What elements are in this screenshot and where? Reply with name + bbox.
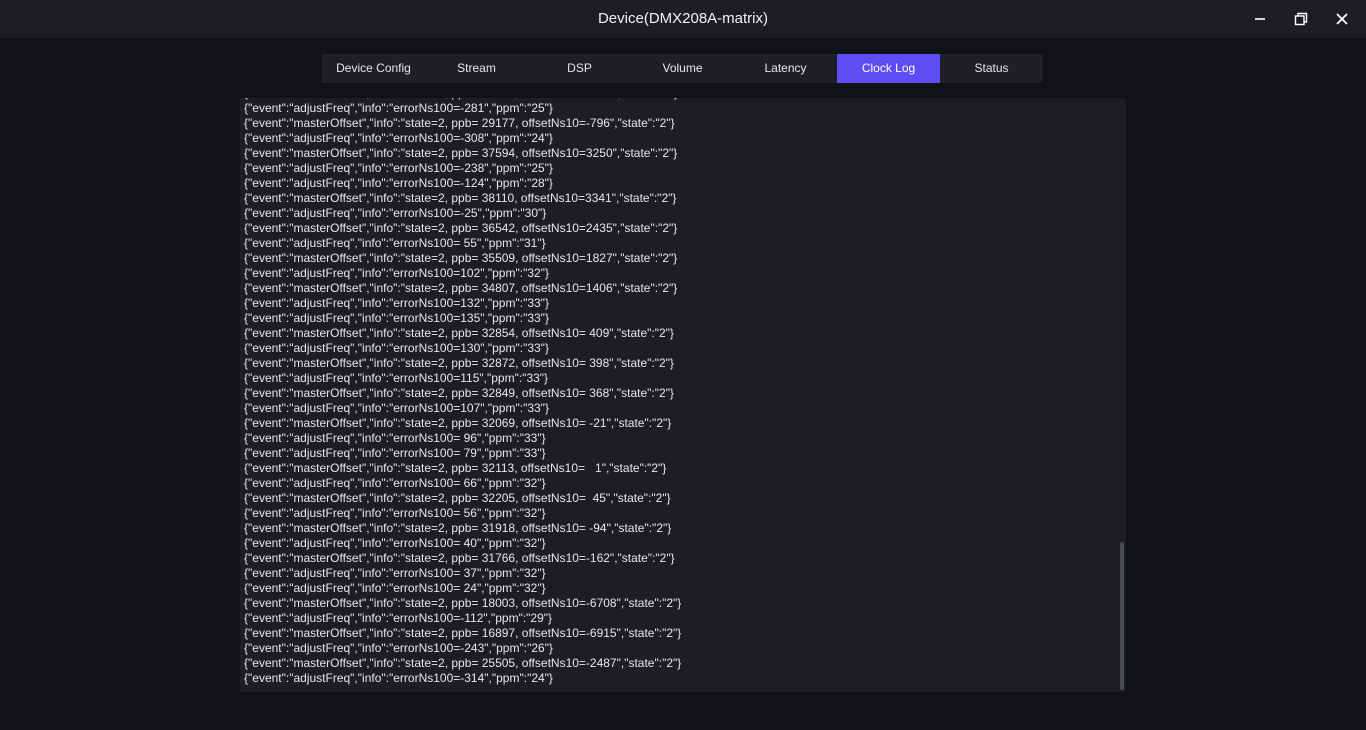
close-icon: [1336, 13, 1348, 25]
log-line: {"event":"adjustFreq","info":"errorNs100…: [244, 296, 549, 310]
tab-latency[interactable]: Latency: [734, 54, 837, 83]
log-line: {"event":"adjustFreq","info":"errorNs100…: [244, 341, 549, 355]
window-title: Device(DMX208A-matrix): [597, 10, 769, 27]
log-line: {"event":"adjustFreq","info":"errorNs100…: [244, 641, 553, 655]
tab-volume[interactable]: Volume: [631, 54, 734, 83]
log-line: {"event":"adjustFreq","info":"errorNs100…: [244, 536, 546, 550]
log-line: {"event":"masterOffset","info":"state=2,…: [244, 281, 678, 295]
log-line: {"event":"masterOffset","info":"state=2,…: [244, 326, 674, 340]
log-line: {"event":"adjustFreq","info":"errorNs100…: [244, 431, 546, 445]
minimize-icon: [1255, 18, 1265, 20]
log-line: {"event":"masterOffset","info":"state=2,…: [244, 491, 671, 505]
tab-dsp[interactable]: DSP: [528, 54, 631, 83]
restore-icon: [1294, 12, 1308, 26]
tab-bar: Device Config Stream DSP Volume Latency …: [322, 54, 1043, 83]
log-line: {"event":"adjustFreq","info":"errorNs100…: [244, 131, 553, 145]
log-line: {"event":"masterOffset","info":"state=2,…: [244, 626, 682, 640]
log-line: {"event":"adjustFreq","info":"errorNs100…: [244, 581, 546, 595]
tab-clock-log[interactable]: Clock Log: [837, 54, 940, 83]
log-line: {"event":"adjustFreq","info":"errorNs100…: [244, 506, 546, 520]
log-line: {"event":"masterOffset","info":"state=2,…: [244, 251, 678, 265]
log-line: {"event":"adjustFreq","info":"errorNs100…: [244, 566, 546, 580]
log-line: {"event":"masterOffset","info":"state=2,…: [244, 386, 674, 400]
tab-status[interactable]: Status: [940, 54, 1043, 83]
log-list: {"event":"masterOffset","info":"state=2,…: [244, 98, 1114, 686]
log-line: {"event":"masterOffset","info":"state=2,…: [244, 356, 674, 370]
minimize-button[interactable]: [1239, 0, 1281, 38]
log-line: {"event":"masterOffset","info":"state=2,…: [244, 191, 677, 205]
scrollbar[interactable]: [1118, 98, 1126, 692]
tab-stream[interactable]: Stream: [425, 54, 528, 83]
log-line: {"event":"adjustFreq","info":"errorNs100…: [244, 101, 553, 115]
log-line: {"event":"adjustFreq","info":"errorNs100…: [244, 266, 549, 280]
log-line: {"event":"adjustFreq","info":"errorNs100…: [244, 161, 553, 175]
log-line: {"event":"adjustFreq","info":"errorNs100…: [244, 671, 553, 685]
log-line: {"event":"masterOffset","info":"state=2,…: [244, 146, 678, 160]
log-line: {"event":"masterOffset","info":"state=2,…: [244, 416, 672, 430]
log-line: {"event":"masterOffset","info":"state=2,…: [244, 521, 672, 535]
log-line: {"event":"masterOffset","info":"state=2,…: [244, 596, 682, 610]
log-line: {"event":"adjustFreq","info":"errorNs100…: [244, 236, 546, 250]
log-line: {"event":"adjustFreq","info":"errorNs100…: [244, 176, 553, 190]
log-line: {"event":"adjustFreq","info":"errorNs100…: [244, 401, 549, 415]
log-line: {"event":"masterOffset","info":"state=2,…: [244, 551, 675, 565]
log-line: {"event":"masterOffset","info":"state=2,…: [244, 656, 682, 670]
log-line: {"event":"adjustFreq","info":"errorNs100…: [244, 446, 546, 460]
log-line: {"event":"adjustFreq","info":"errorNs100…: [244, 311, 549, 325]
close-button[interactable]: [1321, 0, 1363, 38]
title-bar: Device(DMX208A-matrix): [0, 0, 1366, 38]
log-line: {"event":"adjustFreq","info":"errorNs100…: [244, 476, 546, 490]
scrollbar-thumb[interactable]: [1120, 542, 1124, 690]
log-line: {"event":"masterOffset","info":"state=2,…: [244, 221, 678, 235]
log-line: {"event":"adjustFreq","info":"errorNs100…: [244, 371, 549, 385]
clock-log-panel[interactable]: {"event":"masterOffset","info":"state=2,…: [240, 98, 1126, 692]
log-line: {"event":"masterOffset","info":"state=2,…: [244, 461, 667, 475]
log-line: {"event":"adjustFreq","info":"errorNs100…: [244, 611, 553, 625]
restore-button[interactable]: [1280, 0, 1322, 38]
log-line: {"event":"masterOffset","info":"state=2,…: [244, 116, 675, 130]
tab-device-config[interactable]: Device Config: [322, 54, 425, 83]
log-line: {"event":"adjustFreq","info":"errorNs100…: [244, 206, 547, 220]
